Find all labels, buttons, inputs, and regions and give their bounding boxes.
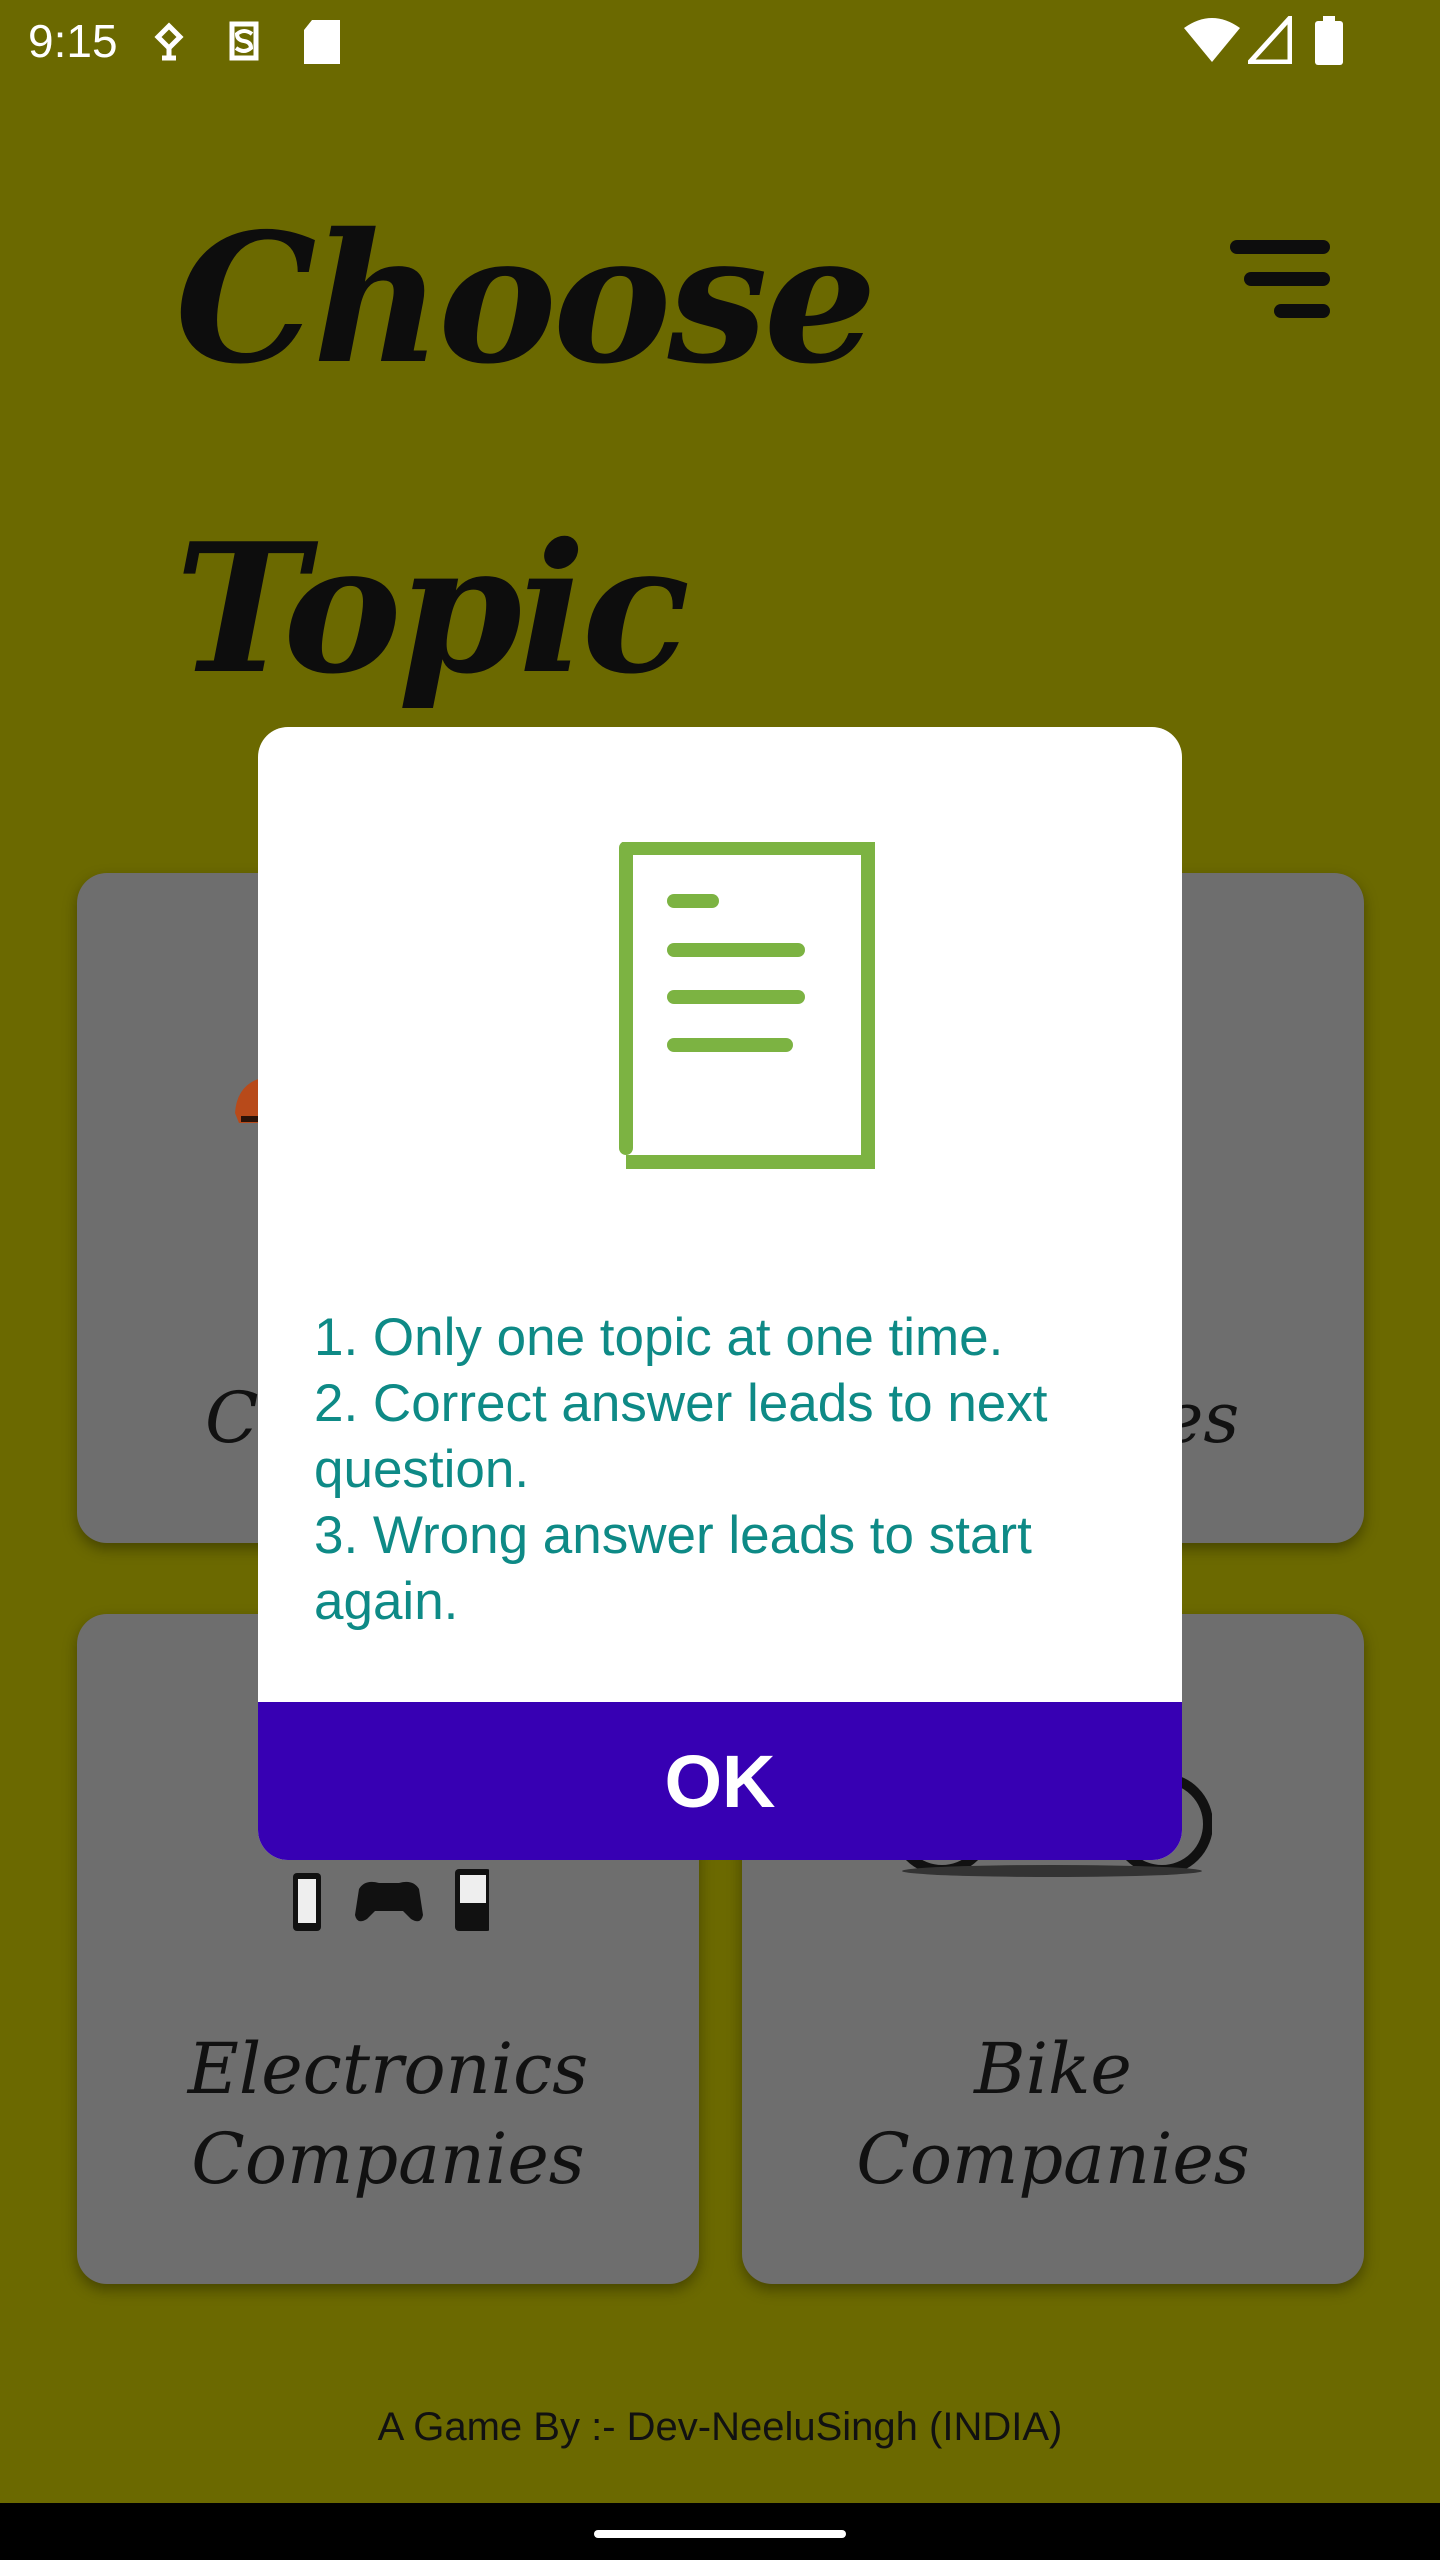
status-bar: 9:15 <box>0 0 1440 84</box>
wifi-icon <box>1184 18 1240 62</box>
ok-button[interactable]: OK <box>258 1702 1182 1860</box>
rules-list: 1. Only one topic at one time. 2. Correc… <box>314 1305 1134 1635</box>
electronics-image <box>293 1869 489 1931</box>
home-gesture-handle[interactable] <box>594 2530 846 2538</box>
card-label-line-2: Companies <box>856 2118 1250 2200</box>
status-time: 9:15 <box>28 15 118 67</box>
signal-icon <box>1248 16 1292 64</box>
document-list-icon <box>619 842 875 1169</box>
page-title-line-1: Choose <box>175 194 877 403</box>
card-label: es <box>1162 1377 1240 1459</box>
card-label-line-2: Companies <box>191 2118 585 2200</box>
rule-item: 1. Only one topic at one time. <box>314 1308 1004 1367</box>
sd-card-icon <box>304 20 340 64</box>
card-label-line-1: Bike <box>974 2028 1132 2110</box>
card-label-line-1: Electronics <box>187 2028 589 2110</box>
footer-credit: A Game By :- Dev-NeeluSingh (INDIA) <box>377 2405 1063 2449</box>
sort-menu-icon[interactable] <box>1230 240 1330 320</box>
rule-item: 2. Correct answer leads to next question… <box>314 1374 1048 1499</box>
page-title-line-2: Topic <box>175 504 690 713</box>
battery-icon <box>1315 16 1343 65</box>
rule-item: 3. Wrong answer leads to start again. <box>314 1506 1032 1631</box>
location-pin-icon <box>154 22 184 61</box>
rules-dialog: 1. Only one topic at one time. 2. Correc… <box>258 727 1182 1860</box>
shield-s-icon <box>229 21 259 61</box>
